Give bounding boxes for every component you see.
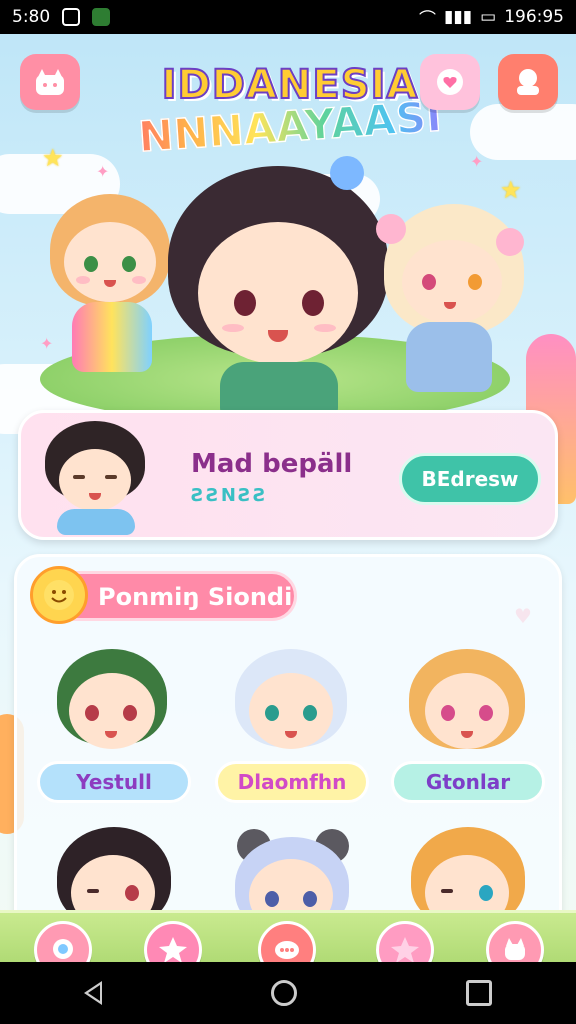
star-icon — [159, 937, 187, 962]
banner-action-button[interactable]: BEdresw — [399, 453, 541, 505]
character-portrait — [403, 649, 531, 763]
character-name-label: Yestull — [37, 761, 191, 803]
status-bar: 5:80 ⌒ ▮▮▮ ▭ 196:95 — [0, 0, 576, 34]
status-left: 5:80 — [12, 7, 111, 27]
status-time: 5:80 — [12, 7, 51, 27]
bottom-nav — [0, 910, 576, 962]
status-right: ⌒ ▮▮▮ ▭ 196:95 — [419, 5, 564, 30]
featured-banner[interactable]: Mad bepäll ƧƧNƧƧ BEdresw — [18, 410, 558, 540]
chat-bubble-icon — [53, 939, 73, 959]
profile-button[interactable] — [498, 54, 558, 110]
star-decoration: ★ — [42, 144, 64, 172]
nav-chat-button[interactable] — [34, 921, 92, 962]
wifi-icon: ⌒ — [419, 9, 437, 30]
character-name-label: Gtonlar — [391, 761, 545, 803]
section-header: Ponmiŋ Siondi — [30, 566, 297, 624]
app-logo: IDDANESIA NNNAAYAASI — [120, 61, 460, 162]
sparkle-decoration: ✦ — [470, 152, 484, 171]
hero-character-left — [50, 194, 170, 384]
banner-title: Mad bepäll — [191, 449, 353, 479]
character-portrait — [227, 649, 355, 763]
star-decoration: ★ — [500, 176, 522, 204]
cloud-decoration — [470, 104, 576, 160]
character-card[interactable]: Yestull — [37, 649, 191, 809]
camera-icon — [62, 8, 81, 26]
nav-favorite-button[interactable] — [376, 921, 434, 962]
section-title: Ponmiŋ Siondi — [98, 583, 293, 611]
cat-face-icon — [36, 69, 64, 95]
hero-character-center — [168, 156, 388, 420]
cat-icon — [505, 938, 525, 960]
character-card[interactable]: Dlaomfhn — [215, 649, 369, 809]
banner-character — [37, 421, 157, 535]
chat-heart-button[interactable] — [420, 54, 480, 110]
app-screen: ★ ★ ✦ ✦ ✦ ♥ IDDANESIA NNNAAYAASI — [0, 34, 576, 962]
smiley-star-icon — [30, 566, 88, 624]
recent-apps-icon[interactable] — [465, 980, 492, 1006]
status-right-text: 196:95 — [504, 7, 564, 27]
star-filled-icon — [391, 937, 419, 962]
home-cat-button[interactable] — [20, 54, 80, 110]
nav-message-button[interactable] — [258, 921, 316, 962]
character-portrait — [49, 649, 177, 763]
banner-subtitle: ƧƧNƧƧ — [191, 485, 268, 506]
system-nav-bar — [0, 962, 576, 1024]
chat-heart-icon — [437, 69, 463, 95]
character-card[interactable]: Gtonlar — [391, 649, 545, 809]
signal-icon: ▮▮▮ — [444, 7, 473, 27]
sparkle-decoration: ✦ — [96, 162, 110, 181]
profile-bubble-icon — [517, 69, 539, 95]
battery-icon: ▭ — [480, 7, 497, 27]
home-icon[interactable] — [270, 980, 297, 1006]
character-name-label: Dlaomfhn — [215, 761, 369, 803]
back-icon[interactable] — [84, 981, 103, 1005]
nav-star-button[interactable] — [144, 921, 202, 962]
nav-cat-button[interactable] — [486, 921, 544, 962]
character-panel: Ponmiŋ Siondi Yestull Dlaomfhn Gtonlar — [14, 554, 562, 962]
hero-character-right — [376, 204, 524, 394]
message-dots-icon — [275, 941, 299, 959]
gallery-icon — [92, 8, 111, 26]
